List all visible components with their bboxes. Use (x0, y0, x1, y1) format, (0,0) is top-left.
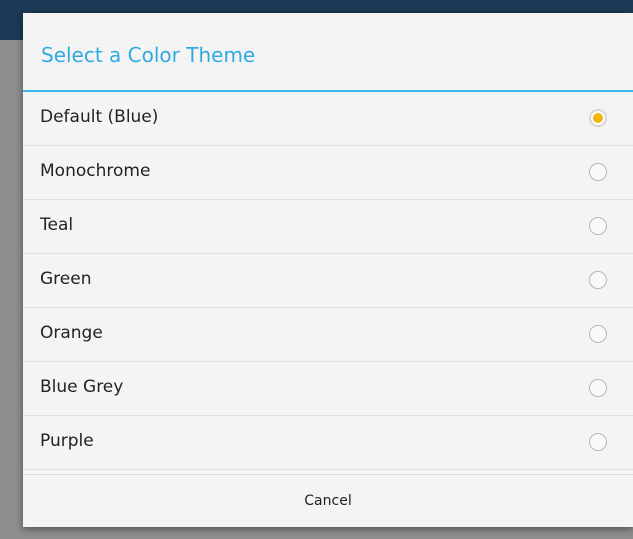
theme-options-list: Default (Blue) Monochrome Teal Green Ora… (23, 92, 633, 470)
theme-option-green[interactable]: Green (23, 254, 633, 308)
theme-option-label: Purple (40, 431, 94, 451)
radio-checked-icon[interactable] (589, 109, 607, 127)
radio-unchecked-icon[interactable] (589, 163, 607, 181)
theme-option-label: Monochrome (40, 161, 151, 181)
color-theme-dialog: Select a Color Theme Default (Blue) Mono… (23, 13, 633, 527)
theme-option-purple[interactable]: Purple (23, 416, 633, 470)
radio-unchecked-icon[interactable] (589, 433, 607, 451)
theme-option-teal[interactable]: Teal (23, 200, 633, 254)
theme-option-blue-grey[interactable]: Blue Grey (23, 362, 633, 416)
radio-unchecked-icon[interactable] (589, 325, 607, 343)
theme-option-orange[interactable]: Orange (23, 308, 633, 362)
theme-option-label: Blue Grey (40, 377, 124, 397)
cancel-button[interactable]: Cancel (304, 493, 351, 509)
radio-unchecked-icon[interactable] (589, 379, 607, 397)
theme-option-label: Default (Blue) (40, 107, 159, 127)
theme-option-monochrome[interactable]: Monochrome (23, 146, 633, 200)
dialog-button-bar: Cancel (23, 474, 633, 527)
radio-unchecked-icon[interactable] (589, 271, 607, 289)
theme-option-label: Green (40, 269, 92, 289)
theme-option-label: Teal (40, 215, 74, 235)
radio-unchecked-icon[interactable] (589, 217, 607, 235)
theme-option-default-blue[interactable]: Default (Blue) (23, 92, 633, 146)
dialog-title: Select a Color Theme (41, 43, 256, 67)
theme-option-label: Orange (40, 323, 103, 343)
